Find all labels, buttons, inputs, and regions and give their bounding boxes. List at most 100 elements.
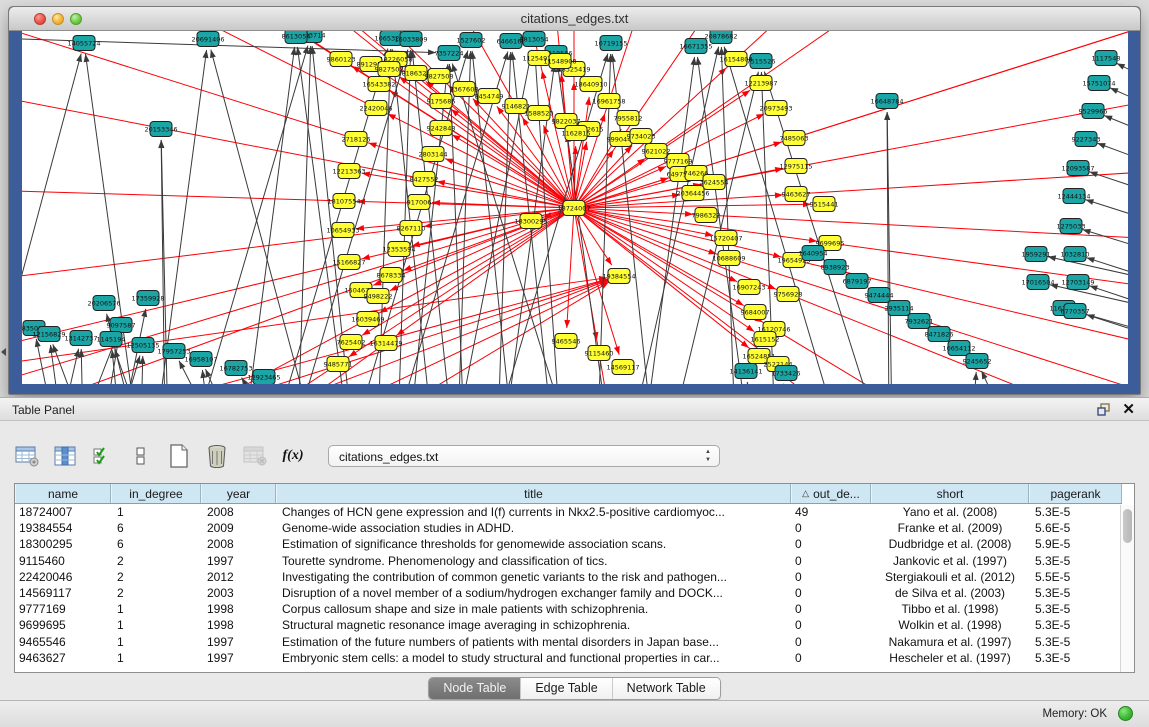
row-height-icon[interactable]	[128, 444, 154, 468]
table-selector-dropdown[interactable]: citations_edges.txt ▲▼	[328, 445, 720, 467]
table-cell: Investigating the contribution of common…	[276, 569, 791, 585]
table-row[interactable]: 977716911998Corpus callosum shape and si…	[15, 601, 1122, 617]
table-cell: 5.3E-5	[1029, 553, 1122, 569]
graph-node-label: 8938923	[821, 264, 850, 272]
float-panel-icon[interactable]	[1097, 403, 1111, 416]
graph-node-label: 12353594	[382, 246, 415, 254]
graph-node-label: 13142737	[64, 335, 97, 343]
tab-edge-table[interactable]: Edge Table	[521, 678, 612, 699]
table-cell: 2009	[201, 520, 276, 536]
table-cell: 0	[791, 569, 871, 585]
table-cell: Estimation of the future numbers of pati…	[276, 634, 791, 650]
table-row[interactable]: 969969511998Structural magnetic resonanc…	[15, 617, 1122, 633]
show-columns-icon[interactable]	[52, 444, 78, 468]
table-cell: 5.9E-5	[1029, 536, 1122, 552]
panel-splitter-handle[interactable]	[1, 348, 6, 356]
graph-node-label: 8678334	[377, 272, 406, 280]
column-header-title[interactable]: title	[276, 484, 791, 503]
delete-rows-icon[interactable]	[204, 444, 230, 468]
network-graph[interactable]: 1405572420691406240371410653287160338091…	[22, 31, 1128, 384]
graph-node-label: 15720407	[709, 235, 742, 243]
table-row[interactable]: 1872400712008Changes of HCN gene express…	[15, 504, 1122, 520]
graph-node-label: 11548908	[543, 58, 576, 66]
graph-node-label: 9115460	[585, 350, 614, 358]
table-cell: Tibbo et al. (1998)	[871, 601, 1029, 617]
table-cell: 9777169	[15, 601, 111, 617]
graph-node-label: 20153346	[144, 126, 177, 134]
delete-table-icon-disabled	[242, 444, 268, 468]
new-table-icon[interactable]	[166, 444, 192, 468]
table-cell: 1997	[201, 650, 276, 666]
table-cell: 1	[111, 601, 201, 617]
table-cell: 2008	[201, 504, 276, 520]
column-header-out_de[interactable]: △out_de...	[791, 484, 871, 503]
memory-ok-icon	[1118, 706, 1133, 721]
table-cell: Corpus callosum shape and size in male p…	[276, 601, 791, 617]
graph-node-label: 16782753	[219, 365, 252, 373]
graph-node-label: 7986322	[692, 212, 721, 220]
graph-node-label: 16154808	[719, 56, 752, 64]
graph-node-label: 12923465	[247, 374, 280, 382]
column-header-year[interactable]: year	[201, 484, 276, 503]
table-cell: Wolkin et al. (1998)	[871, 617, 1029, 633]
graph-node-label: 1032810	[1061, 251, 1090, 259]
window-titlebar[interactable]: citations_edges.txt	[9, 7, 1140, 31]
graph-node-label: 12975115	[779, 163, 812, 171]
table-cell: 1	[111, 650, 201, 666]
close-panel-icon[interactable]: ✕	[1122, 401, 1135, 418]
table-cell: 5.3E-5	[1029, 617, 1122, 633]
graph-node-label: 20878682	[704, 33, 737, 41]
column-header-pagerank[interactable]: pagerank	[1029, 484, 1122, 503]
table-row[interactable]: 1456911722003Disruption of a novel membe…	[15, 585, 1122, 601]
table-row[interactable]: 946362711997Embryonic stem cells: a mode…	[15, 650, 1122, 666]
network-canvas[interactable]: 1405572420691406240371410653287160338091…	[22, 31, 1128, 384]
column-header-in_degree[interactable]: in_degree	[111, 484, 201, 503]
graph-node-label: 9822037	[552, 118, 581, 126]
table-cell: 5.3E-5	[1029, 601, 1122, 617]
graph-node-label: 8471826	[925, 331, 954, 339]
table-cell: 0	[791, 585, 871, 601]
table-settings-icon[interactable]	[14, 444, 40, 468]
table-cell: 5.3E-5	[1029, 650, 1122, 666]
table-cell: Hescheler et al. (1997)	[871, 650, 1029, 666]
table-cell: 2008	[201, 536, 276, 552]
tab-node-table[interactable]: Node Table	[429, 678, 521, 699]
table-cell: Franke et al. (2009)	[871, 520, 1029, 536]
table-row[interactable]: 946554611997Estimation of the future num…	[15, 634, 1122, 650]
status-bar: Memory: OK	[0, 700, 1149, 727]
dropdown-arrows-icon: ▲▼	[705, 448, 711, 464]
graph-node-label: 1733426	[772, 370, 801, 378]
graph-node-label: 14136141	[729, 368, 762, 376]
graph-node-label: 10719155	[594, 40, 627, 48]
table-row[interactable]: 1830029562008Estimation of significance …	[15, 536, 1122, 552]
graph-node-label: 6879197	[843, 278, 872, 286]
table-row[interactable]: 1938455462009Genome-wide association stu…	[15, 520, 1122, 536]
column-header-short[interactable]: short	[871, 484, 1029, 503]
table-vertical-scrollbar[interactable]	[1120, 505, 1134, 673]
memory-status-label: Memory: OK	[1042, 708, 1107, 720]
table-panel-titlebar: Table Panel ✕	[0, 397, 1149, 421]
graph-node-label: 16039469	[351, 316, 384, 324]
column-header-name[interactable]: name	[15, 484, 111, 503]
graph-node-label: 9827508	[425, 73, 454, 81]
scrollbar-thumb[interactable]	[1123, 509, 1132, 543]
graph-node-label: 16958107	[184, 356, 217, 364]
graph-node-label: 14569117	[606, 364, 639, 372]
table-selector-value: citations_edges.txt	[339, 450, 438, 464]
graph-node-label: 18107554	[327, 198, 360, 206]
table-header-row: name in_degreeyeartitle△out_de...shortpag…	[15, 484, 1122, 504]
table-row[interactable]: 2242004622012Investigating the contribut…	[15, 569, 1122, 585]
select-rows-icon[interactable]	[90, 444, 116, 468]
graph-node-label: 9227343	[1072, 136, 1101, 144]
tab-network-table[interactable]: Network Table	[613, 678, 720, 699]
column-header-label: name	[48, 487, 78, 501]
graph-node-label: 9860123	[327, 56, 356, 64]
graph-node-label: 12213363	[332, 168, 365, 176]
function-builder-icon[interactable]: f(x)	[280, 444, 306, 468]
table-cell: Estimation of significance thresholds fo…	[276, 536, 791, 552]
network-window: citations_edges.txt 14055724206914062403…	[8, 6, 1141, 395]
table-cell: 0	[791, 520, 871, 536]
graph-node-label: 17016504	[1021, 279, 1054, 287]
table-row[interactable]: 911546021997Tourette syndrome. Phenomeno…	[15, 553, 1122, 569]
graph-node-label: 3624554	[700, 179, 729, 187]
